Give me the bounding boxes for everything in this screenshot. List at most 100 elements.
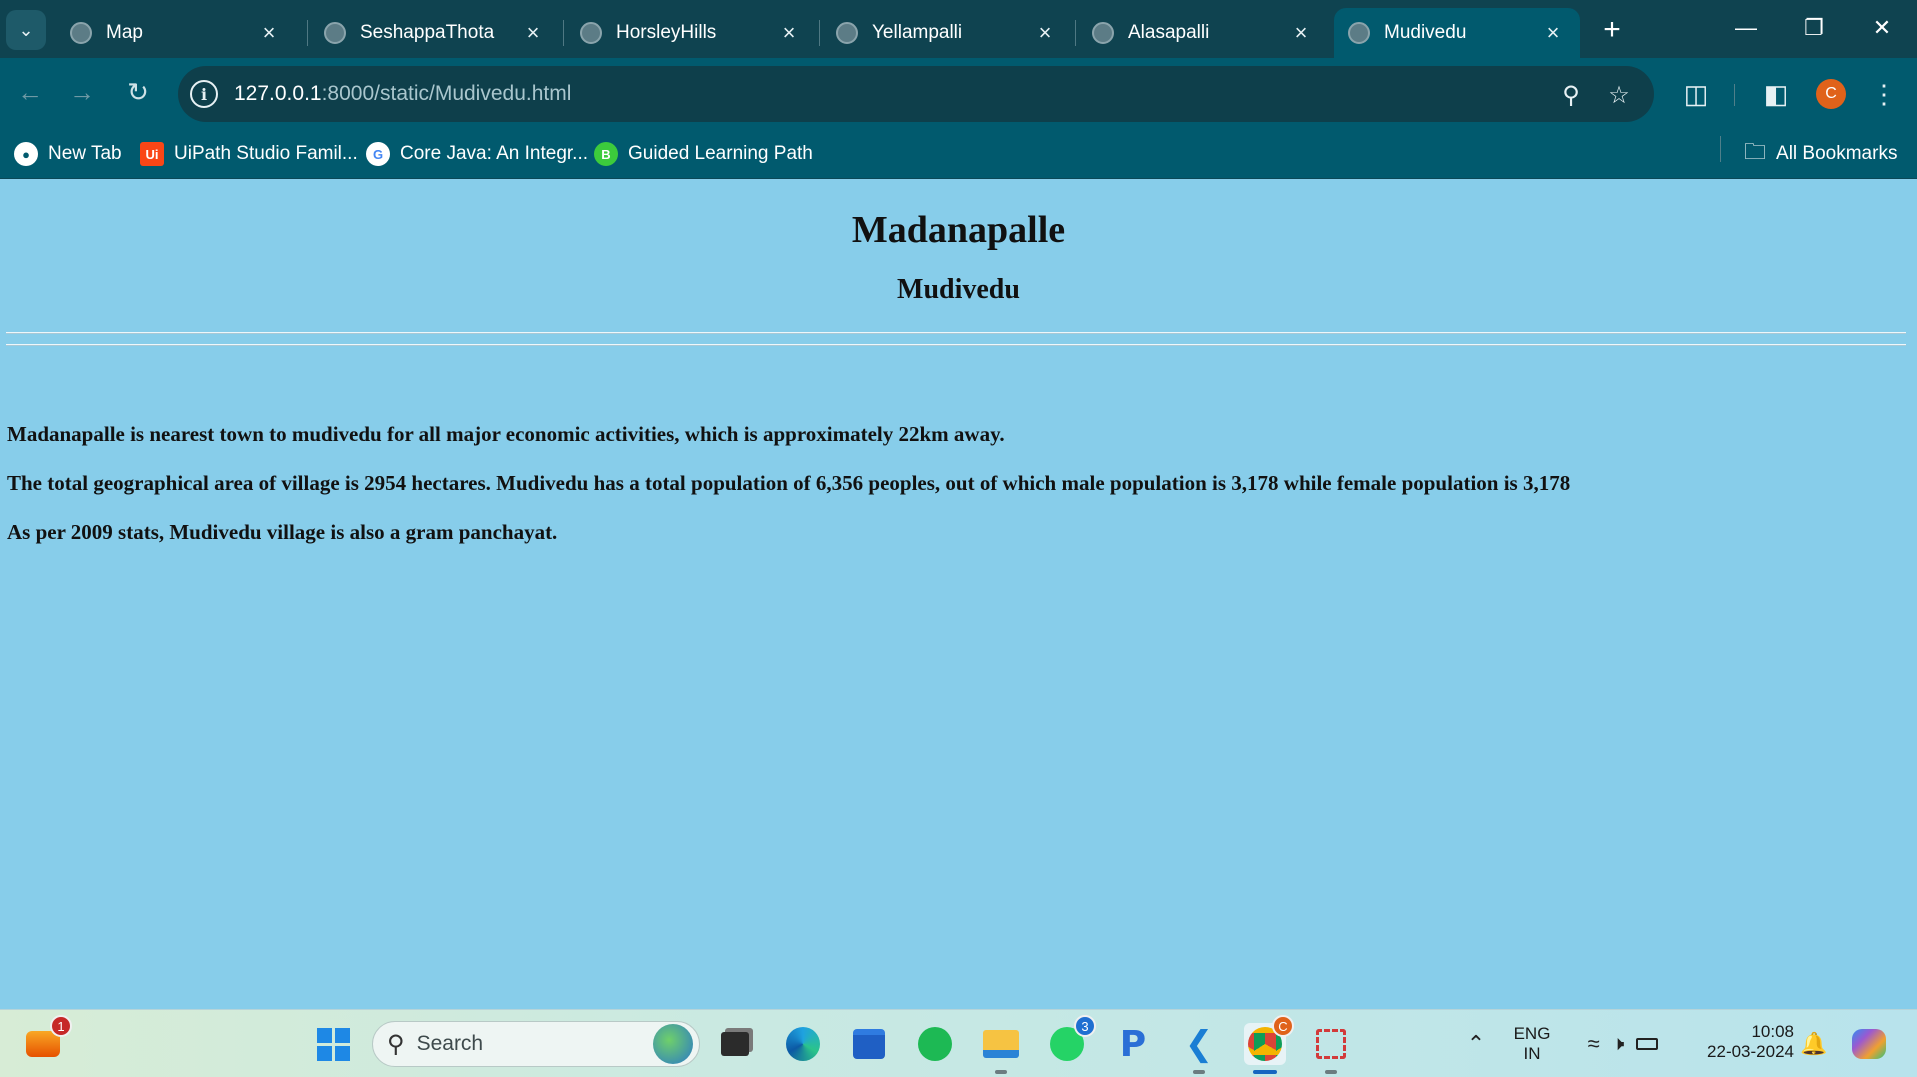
clock[interactable]: 10:08 22-03-2024 — [1690, 1022, 1794, 1062]
search-placeholder: Search — [416, 1032, 484, 1055]
paragraph: The total geographical area of village i… — [7, 471, 1571, 495]
address-bar[interactable]: i 127.0.0.1:8000/static/Mudivedu.html ⚲ … — [178, 66, 1654, 122]
all-bookmarks-label: All Bookmarks — [1776, 143, 1898, 164]
minimize-icon: — — [1735, 15, 1757, 40]
arrow-left-icon: ← — [17, 76, 43, 107]
divider — [6, 344, 1906, 346]
globe-icon — [836, 22, 858, 44]
tab-search-button[interactable]: ⌄ — [6, 10, 46, 50]
star-icon[interactable]: ☆ — [1604, 80, 1634, 110]
side-panel-icon[interactable]: ◧ — [1756, 74, 1796, 114]
tab-strip: ⌄ Map × SeshappaThota × HorsleyHills × Y… — [0, 0, 1917, 58]
start-button[interactable] — [312, 1023, 354, 1065]
avatar[interactable]: C — [1816, 79, 1846, 109]
chrome-app[interactable]: C — [1244, 1015, 1294, 1074]
volume-muted-icon: 🕨 — [1611, 1032, 1625, 1055]
tab-map[interactable]: Map × — [56, 8, 296, 58]
tab-title: Alasapalli — [1128, 22, 1210, 43]
b-icon: B — [594, 142, 618, 166]
copilot-button[interactable] — [1848, 1023, 1890, 1065]
page-title: Madanapalle — [851, 209, 1066, 251]
tab-alasapalli[interactable]: Alasapalli × — [1078, 8, 1328, 58]
snipping-tool-app[interactable] — [1310, 1023, 1352, 1074]
spotify-app[interactable] — [914, 1023, 956, 1065]
paragraph: As per 2009 stats, Mudivedu village is a… — [7, 520, 558, 544]
battery-icon — [1636, 1038, 1659, 1050]
chevron-down-icon: ⌄ — [18, 19, 34, 40]
tab-title: Map — [106, 22, 143, 43]
bookmark-uipath[interactable]: Ui UiPath Studio Famil... — [140, 139, 358, 169]
extensions-icon[interactable]: ◫ — [1676, 74, 1716, 114]
new-tab-button[interactable]: + — [1594, 12, 1630, 48]
running-indicator — [1253, 1070, 1277, 1074]
store-app[interactable] — [848, 1023, 890, 1065]
bookmark-core-java[interactable]: G Core Java: An Integr... — [366, 139, 588, 169]
snipping-tool-icon — [1316, 1029, 1346, 1059]
widgets-button[interactable]: 1 — [22, 1015, 72, 1065]
notification-badge: 3 — [1074, 1015, 1096, 1037]
notifications-button[interactable]: 🔔 — [1796, 1023, 1832, 1065]
restore-icon: ❐ — [1804, 15, 1824, 40]
google-icon: G — [366, 142, 390, 166]
file-explorer-app[interactable] — [980, 1023, 1022, 1074]
vscode-icon: ❮ — [1184, 1024, 1214, 1064]
store-icon — [853, 1029, 885, 1059]
site-info-icon[interactable]: i — [190, 80, 218, 108]
close-window-button[interactable]: ✕ — [1854, 8, 1910, 48]
close-icon[interactable]: × — [1288, 20, 1314, 46]
language-indicator[interactable]: ENG IN — [1506, 1024, 1558, 1064]
tab-horsleyhills[interactable]: HorsleyHills × — [566, 8, 816, 58]
close-icon[interactable]: × — [776, 20, 802, 46]
bell-icon: 🔔 — [1800, 1031, 1828, 1056]
bookmark-guided-learning[interactable]: B Guided Learning Path — [594, 139, 813, 169]
arrow-right-icon: → — [69, 76, 95, 107]
menu-icon[interactable]: ⋮ — [1864, 74, 1904, 114]
uipath-icon: Ui — [140, 142, 164, 166]
folder-icon — [983, 1030, 1019, 1058]
pandora-app[interactable]: P — [1112, 1023, 1154, 1065]
bookmark-label: UiPath Studio Famil... — [174, 143, 358, 164]
task-view-button[interactable] — [714, 1023, 756, 1065]
globe-icon — [70, 22, 92, 44]
quick-settings-button[interactable]: ≈ 🕨 — [1568, 1023, 1678, 1065]
close-icon[interactable]: × — [256, 20, 282, 46]
clock-date: 22-03-2024 — [1707, 1042, 1794, 1061]
back-button[interactable]: ← — [10, 72, 50, 112]
whatsapp-app[interactable]: 3 — [1046, 1015, 1096, 1065]
folder-icon: 🗀 — [1744, 139, 1767, 164]
tab-yellampalli[interactable]: Yellampalli × — [822, 8, 1072, 58]
vscode-app[interactable]: ❮ — [1178, 1023, 1220, 1074]
show-hidden-icons-button[interactable]: ⌃ — [1456, 1023, 1496, 1065]
bookmark-new-tab[interactable]: ● New Tab — [14, 139, 122, 169]
all-bookmarks-button[interactable]: 🗀 All Bookmarks — [1744, 139, 1897, 169]
close-icon[interactable]: × — [520, 20, 546, 46]
forward-button[interactable]: → — [62, 72, 102, 112]
tab-seshappathota[interactable]: SeshappaThota × — [310, 8, 560, 58]
divider — [6, 332, 1906, 334]
reload-button[interactable]: ↻ — [118, 72, 158, 112]
tab-title: SeshappaThota — [360, 22, 495, 43]
minimize-button[interactable]: — — [1718, 8, 1774, 48]
url-path: :8000/static/Mudivedu.html — [321, 82, 572, 105]
language-code: ENG — [1513, 1024, 1551, 1043]
bookmark-label: Guided Learning Path — [628, 143, 813, 164]
tab-title: HorsleyHills — [616, 22, 717, 43]
running-indicator — [1325, 1070, 1337, 1074]
spotify-icon — [918, 1027, 952, 1061]
running-indicator — [995, 1070, 1007, 1074]
close-icon[interactable]: × — [1032, 20, 1058, 46]
globe-icon — [653, 1024, 693, 1064]
taskbar-search[interactable]: ⚲ Search — [372, 1021, 700, 1067]
close-icon[interactable]: × — [1540, 20, 1566, 46]
zoom-icon[interactable]: ⚲ — [1556, 80, 1586, 110]
tab-title: Yellampalli — [872, 22, 963, 43]
tab-title: Mudivedu — [1384, 22, 1467, 43]
paragraph: Madanapalle is nearest town to mudivedu … — [7, 422, 1005, 446]
edge-app[interactable] — [782, 1023, 824, 1065]
task-view-icon — [721, 1032, 749, 1056]
url-text[interactable]: 127.0.0.1:8000/static/Mudivedu.html — [234, 82, 571, 106]
restore-button[interactable]: ❐ — [1786, 8, 1842, 48]
taskbar: 1 ⚲ Search 3 P ❮ C ⌃ ENG IN ≈ 🕨 10:08 22… — [0, 1009, 1917, 1077]
page-content: Madanapalle Mudivedu Madanapalle is near… — [0, 180, 1917, 1009]
tab-mudivedu[interactable]: Mudivedu × — [1334, 8, 1580, 58]
